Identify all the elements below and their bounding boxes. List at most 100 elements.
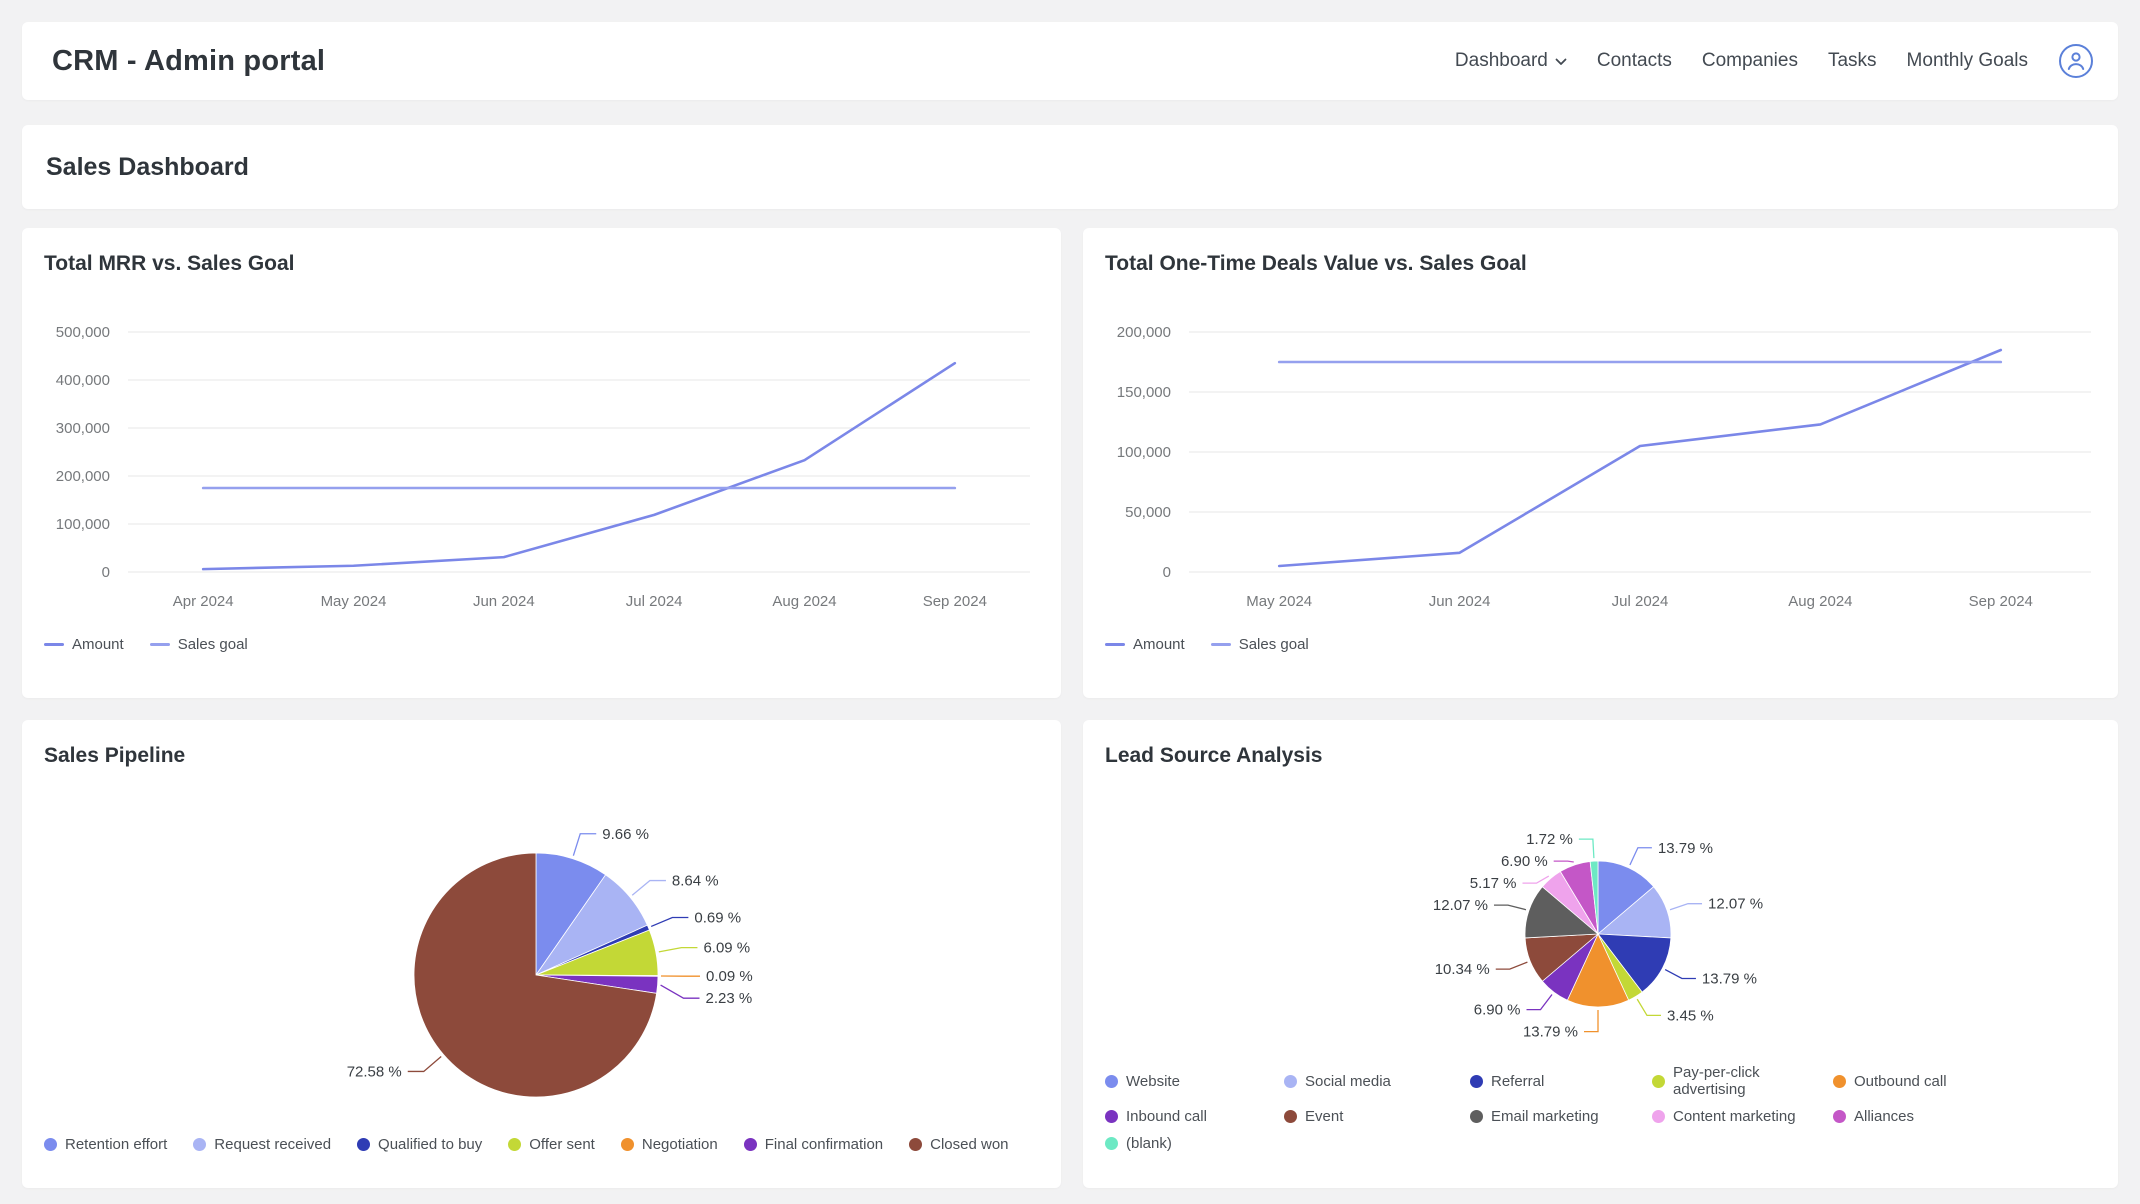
svg-text:Jul 2024: Jul 2024 — [1612, 593, 1669, 610]
svg-text:0: 0 — [1163, 564, 1171, 581]
nav-item-contacts[interactable]: Contacts — [1597, 50, 1672, 72]
pie-slice-label: 6.09 % — [703, 940, 750, 957]
svg-text:400,000: 400,000 — [56, 372, 110, 389]
legend-item-website[interactable]: Website — [1105, 1064, 1284, 1098]
legend-item-email-marketing[interactable]: Email marketing — [1470, 1108, 1652, 1125]
legend-swatch — [357, 1138, 370, 1151]
legend-label: Qualified to buy — [378, 1136, 482, 1153]
legend-swatch — [1470, 1110, 1483, 1123]
pie-slice-label: 2.23 % — [706, 990, 753, 1007]
nav-item-label: Tasks — [1828, 50, 1877, 72]
legend-swatch — [744, 1138, 757, 1151]
nav-item-dashboard[interactable]: Dashboard — [1455, 50, 1567, 72]
series-line-amount — [1279, 350, 2001, 566]
legend-swatch — [1833, 1075, 1846, 1088]
legend-item--blank-[interactable]: (blank) — [1105, 1135, 1284, 1152]
pie-slice-label: 5.17 % — [1470, 875, 1517, 892]
legend-label: Event — [1305, 1108, 1343, 1125]
top-nav: Dashboard Contacts Companies Tasks Month… — [1455, 43, 2094, 79]
page-title-bar: Sales Dashboard — [22, 125, 2118, 209]
legend-label: Pay-per-click advertising — [1673, 1064, 1833, 1098]
svg-text:May 2024: May 2024 — [1246, 593, 1312, 610]
legend-label: Offer sent — [529, 1136, 595, 1153]
series-line-amount — [203, 363, 955, 569]
nav-item-monthly-goals[interactable]: Monthly Goals — [1907, 50, 2028, 72]
svg-text:100,000: 100,000 — [56, 516, 110, 533]
legend-item-closed-won[interactable]: Closed won — [909, 1136, 1008, 1153]
legend-swatch — [1284, 1110, 1297, 1123]
legend-label: Outbound call — [1854, 1073, 1947, 1090]
legend-item-offer-sent[interactable]: Offer sent — [508, 1136, 595, 1153]
svg-text:Aug 2024: Aug 2024 — [1788, 593, 1852, 610]
svg-text:Sep 2024: Sep 2024 — [923, 593, 987, 610]
legend-swatch — [44, 643, 64, 646]
pie-slice-label: 12.07 % — [1708, 896, 1763, 913]
card-lead-source: Lead Source Analysis 13.79 %12.07 %13.79… — [1083, 720, 2118, 1188]
chart-title: Lead Source Analysis — [1105, 744, 2096, 768]
legend-item-retention-effort[interactable]: Retention effort — [44, 1136, 167, 1153]
legend-item-request-received[interactable]: Request received — [193, 1136, 331, 1153]
legend-item-final-confirmation[interactable]: Final confirmation — [744, 1136, 883, 1153]
nav-item-label: Contacts — [1597, 50, 1672, 72]
legend-item-event[interactable]: Event — [1284, 1108, 1470, 1125]
legend-swatch — [1833, 1110, 1846, 1123]
nav-item-companies[interactable]: Companies — [1702, 50, 1798, 72]
pie-slice-label: 6.90 % — [1474, 1002, 1521, 1019]
legend-label: Referral — [1491, 1073, 1544, 1090]
legend-item-qualified-to-buy[interactable]: Qualified to buy — [357, 1136, 482, 1153]
legend-swatch — [1284, 1075, 1297, 1088]
legend-label: Email marketing — [1491, 1108, 1599, 1125]
card-one-time-deals: Total One-Time Deals Value vs. Sales Goa… — [1083, 228, 2118, 698]
pie-slice-label: 13.79 % — [1523, 1024, 1578, 1041]
legend-swatch — [193, 1138, 206, 1151]
svg-text:500,000: 500,000 — [56, 324, 110, 341]
legend-label: Website — [1126, 1073, 1180, 1090]
user-avatar-icon[interactable] — [2058, 43, 2094, 79]
svg-text:50,000: 50,000 — [1125, 504, 1171, 521]
legend-label: Amount — [1133, 636, 1185, 653]
legend-swatch — [1105, 1137, 1118, 1150]
legend-swatch — [1105, 643, 1125, 646]
svg-text:Sep 2024: Sep 2024 — [1969, 593, 2033, 610]
legend-item-alliances[interactable]: Alliances — [1833, 1108, 2096, 1125]
legend-label: Inbound call — [1126, 1108, 1207, 1125]
legend-item-social-media[interactable]: Social media — [1284, 1064, 1470, 1098]
legend-item-negotiation[interactable]: Negotiation — [621, 1136, 718, 1153]
pie-slice-label: 0.69 % — [694, 909, 741, 926]
card-total-mrr: Total MRR vs. Sales Goal 0100,000200,000… — [22, 228, 1061, 698]
legend-swatch — [909, 1138, 922, 1151]
sales-pipeline-pie-chart: 9.66 %8.64 %0.69 %6.09 %0.09 %2.23 %72.5… — [44, 784, 1039, 1116]
chevron-down-icon — [1555, 58, 1567, 66]
nav-item-label: Monthly Goals — [1907, 50, 2028, 72]
svg-text:May 2024: May 2024 — [321, 593, 387, 610]
chart-legend: Website Social media Referral Pay-per-click… — [1105, 1064, 2096, 1152]
svg-text:Jun 2024: Jun 2024 — [1429, 593, 1491, 610]
pie-slice-label: 12.07 % — [1433, 897, 1488, 914]
legend-label: Content marketing — [1673, 1108, 1796, 1125]
legend-item-inbound-call[interactable]: Inbound call — [1105, 1108, 1284, 1125]
legend-swatch — [621, 1138, 634, 1151]
chart-title: Sales Pipeline — [44, 744, 1039, 768]
pie-slice-label: 3.45 % — [1667, 1007, 1714, 1024]
legend-item-pay-per-click-advertising[interactable]: Pay-per-click advertising — [1652, 1064, 1833, 1098]
legend-swatch — [1652, 1110, 1665, 1123]
nav-item-tasks[interactable]: Tasks — [1828, 50, 1877, 72]
legend-item-amount[interactable]: Amount — [1105, 636, 1185, 653]
svg-text:300,000: 300,000 — [56, 420, 110, 437]
legend-swatch — [1105, 1075, 1118, 1088]
legend-label: Sales goal — [178, 636, 248, 653]
legend-item-content-marketing[interactable]: Content marketing — [1652, 1108, 1833, 1125]
legend-item-outbound-call[interactable]: Outbound call — [1833, 1064, 2096, 1098]
legend-swatch — [150, 643, 170, 646]
app-title: CRM - Admin portal — [52, 45, 325, 78]
legend-item-amount[interactable]: Amount — [44, 636, 124, 653]
legend-swatch — [1211, 643, 1231, 646]
legend-item-sales-goal[interactable]: Sales goal — [1211, 636, 1309, 653]
legend-swatch — [44, 1138, 57, 1151]
svg-text:0: 0 — [102, 564, 110, 581]
pie-slice-label: 9.66 % — [602, 826, 649, 843]
legend-item-sales-goal[interactable]: Sales goal — [150, 636, 248, 653]
legend-swatch — [1652, 1075, 1665, 1088]
legend-item-referral[interactable]: Referral — [1470, 1064, 1652, 1098]
legend-label: Amount — [72, 636, 124, 653]
